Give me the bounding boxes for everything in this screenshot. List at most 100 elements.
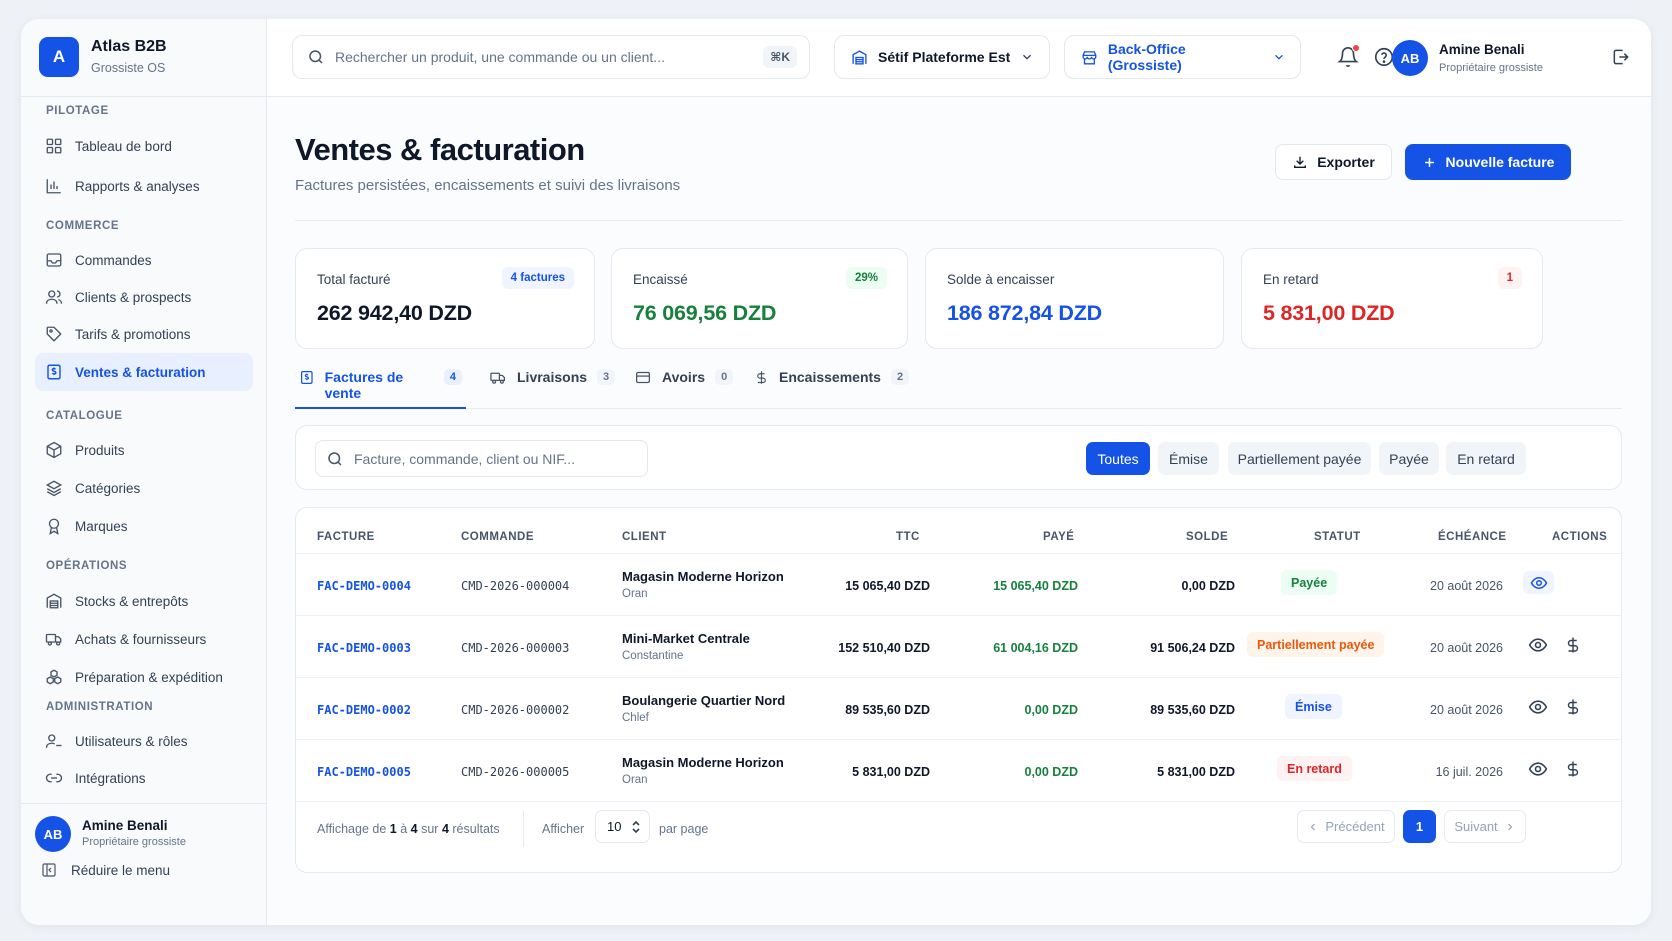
sidebar-item-stocks[interactable]: Stocks & entrepôts xyxy=(35,582,253,620)
tab-count: 4 xyxy=(443,369,462,385)
filter-bar: Facture, commande, client ou NIF... Tout… xyxy=(295,425,1622,490)
credit-card-icon xyxy=(635,371,651,384)
sidebar-item-label: Préparation & expédition xyxy=(75,669,223,685)
tab-count: 3 xyxy=(597,369,616,385)
sidebar-item-label: Ventes & facturation xyxy=(75,364,206,380)
filter-chip-payee[interactable]: Payée xyxy=(1379,442,1439,475)
table-row[interactable]: FAC-DEMO-0002 CMD-2026-000002 Boulangeri… xyxy=(296,678,1621,740)
sidebar-item-integrations[interactable]: Intégrations xyxy=(35,759,253,797)
sidebar-item-ventes[interactable]: Ventes & facturation xyxy=(35,353,253,391)
payment-icon[interactable] xyxy=(1564,759,1582,779)
amount-balance: 89 535,60 DZD xyxy=(1150,703,1235,717)
filter-chip-emise[interactable]: Émise xyxy=(1158,442,1219,475)
warehouse-icon xyxy=(46,593,62,609)
truck-icon xyxy=(490,372,506,384)
column-header[interactable]: ÉCHÉANCE xyxy=(1438,531,1507,543)
tab-count: 2 xyxy=(890,369,910,385)
sidebar-item-achats[interactable]: Achats & fournisseurs xyxy=(35,620,253,658)
table-row[interactable]: FAC-DEMO-0003 CMD-2026-000003 Mini-Marke… xyxy=(296,616,1621,678)
next-label: Suivant xyxy=(1454,819,1498,834)
user-role: Propriétaire grossiste xyxy=(82,836,186,848)
client-city: Oran xyxy=(622,588,648,600)
sidebar-user: AB Amine Benali Propriétaire grossiste R… xyxy=(21,803,267,925)
sidebar-item-marques[interactable]: Marques xyxy=(35,507,253,545)
current-page-button[interactable]: 1 xyxy=(1403,810,1436,843)
client-city: Chlef xyxy=(622,712,649,724)
tab-livraisons[interactable]: Livraisons 3 xyxy=(489,369,616,409)
kpi-label: En retard xyxy=(1263,272,1319,287)
tab-factures-de-vente[interactable]: Factures de vente 4 xyxy=(295,369,466,409)
column-header: ACTIONS xyxy=(1552,531,1608,543)
logout-icon[interactable] xyxy=(1611,47,1631,67)
previous-page-button[interactable]: Précédent xyxy=(1297,810,1395,843)
amount-paid: 15 065,40 DZD xyxy=(993,579,1078,593)
link-icon xyxy=(45,773,63,783)
sidebar-item-commandes[interactable]: Commandes xyxy=(35,241,253,279)
eye-icon[interactable] xyxy=(1528,759,1548,779)
divider xyxy=(295,220,1622,221)
mode-selector[interactable]: Back-Office (Grossiste) xyxy=(1064,35,1301,79)
export-button[interactable]: Exporter xyxy=(1275,144,1392,180)
order-number: CMD-2026-000002 xyxy=(461,703,570,717)
sidebar-item-utilisateurs[interactable]: Utilisateurs & rôles xyxy=(35,722,253,760)
payment-icon[interactable] xyxy=(1564,697,1582,717)
sidebar-item-produits[interactable]: Produits xyxy=(35,431,253,469)
sidebar-item-tarifs[interactable]: Tarifs & promotions xyxy=(35,315,253,353)
amount-ttc: 152 510,40 DZD xyxy=(838,641,930,655)
filter-chip-toutes[interactable]: Toutes xyxy=(1086,442,1150,475)
amount-paid: 61 004,16 DZD xyxy=(993,641,1078,655)
avatar[interactable]: AB xyxy=(1392,40,1428,76)
user-name: Amine Benali xyxy=(1439,42,1525,57)
avatar[interactable]: AB xyxy=(35,816,71,852)
global-search-input[interactable]: Rechercher un produit, une commande ou u… xyxy=(292,35,810,79)
sidebar-item-rapports[interactable]: Rapports & analyses xyxy=(35,167,253,205)
column-header[interactable]: PAYÉ xyxy=(1043,531,1074,543)
eye-icon[interactable] xyxy=(1528,635,1548,655)
plus-icon xyxy=(1424,157,1434,167)
site-selector[interactable]: Sétif Plateforme Est xyxy=(834,35,1050,79)
client-name: Mini-Market Centrale xyxy=(622,631,750,646)
search-placeholder: Rechercher un produit, une commande ou u… xyxy=(335,49,665,65)
sidebar-item-tableau-de-bord[interactable]: Tableau de bord xyxy=(35,127,253,165)
new-invoice-button[interactable]: Nouvelle facture xyxy=(1405,144,1571,180)
invoice-link[interactable]: FAC-DEMO-0002 xyxy=(317,703,411,717)
amount-ttc: 5 831,00 DZD xyxy=(852,765,930,779)
column-header[interactable]: SOLDE xyxy=(1186,531,1228,543)
collapse-menu-button[interactable]: Réduire le menu xyxy=(41,862,170,878)
amount-paid: 0,00 DZD xyxy=(1024,765,1079,779)
page-size-select[interactable]: 10 xyxy=(595,810,650,843)
column-header[interactable]: CLIENT xyxy=(622,531,667,543)
kpi-value: 76 069,56 DZD xyxy=(633,301,777,325)
invoice-search-input[interactable]: Facture, commande, client ou NIF... xyxy=(315,440,648,477)
tab-avoirs[interactable]: Avoirs 0 xyxy=(634,369,734,409)
boxes-icon xyxy=(46,669,62,685)
view-button[interactable] xyxy=(1523,571,1554,594)
invoice-link[interactable]: FAC-DEMO-0005 xyxy=(317,765,411,779)
filter-chip-partiellement-payee[interactable]: Partiellement payée xyxy=(1228,442,1371,475)
receipt-icon xyxy=(300,371,313,384)
store-icon xyxy=(1082,50,1097,64)
due-date: 20 août 2026 xyxy=(1430,641,1503,655)
column-header[interactable]: TTC xyxy=(896,531,920,543)
sidebar-item-clients[interactable]: Clients & prospects xyxy=(35,278,253,316)
sidebar-item-categories[interactable]: Catégories xyxy=(35,469,253,507)
tab-encaissements[interactable]: Encaissements 2 xyxy=(754,369,910,409)
kpi-label: Solde à encaisser xyxy=(947,272,1055,287)
amount-ttc: 89 535,60 DZD xyxy=(845,703,930,717)
column-header[interactable]: STATUT xyxy=(1314,531,1361,543)
invoice-link[interactable]: FAC-DEMO-0003 xyxy=(317,641,411,655)
due-date: 20 août 2026 xyxy=(1430,703,1503,717)
column-header[interactable]: COMMANDE xyxy=(461,531,534,543)
filter-chip-en-retard[interactable]: En retard xyxy=(1446,442,1526,475)
payment-icon[interactable] xyxy=(1564,635,1582,655)
amount-ttc: 15 065,40 DZD xyxy=(845,579,930,593)
eye-icon[interactable] xyxy=(1528,697,1548,717)
table-row[interactable]: FAC-DEMO-0004 CMD-2026-000004 Magasin Mo… xyxy=(296,554,1621,616)
tab-bar: Factures de vente 4 Livraisons 3 Avoirs … xyxy=(295,357,1622,409)
next-page-button[interactable]: Suivant xyxy=(1444,810,1526,843)
sidebar-item-preparation[interactable]: Préparation & expédition xyxy=(35,658,253,696)
invoice-link[interactable]: FAC-DEMO-0004 xyxy=(317,579,411,593)
grid-icon xyxy=(46,138,62,154)
column-header[interactable]: FACTURE xyxy=(317,531,375,543)
client-name: Magasin Moderne Horizon xyxy=(622,569,784,584)
